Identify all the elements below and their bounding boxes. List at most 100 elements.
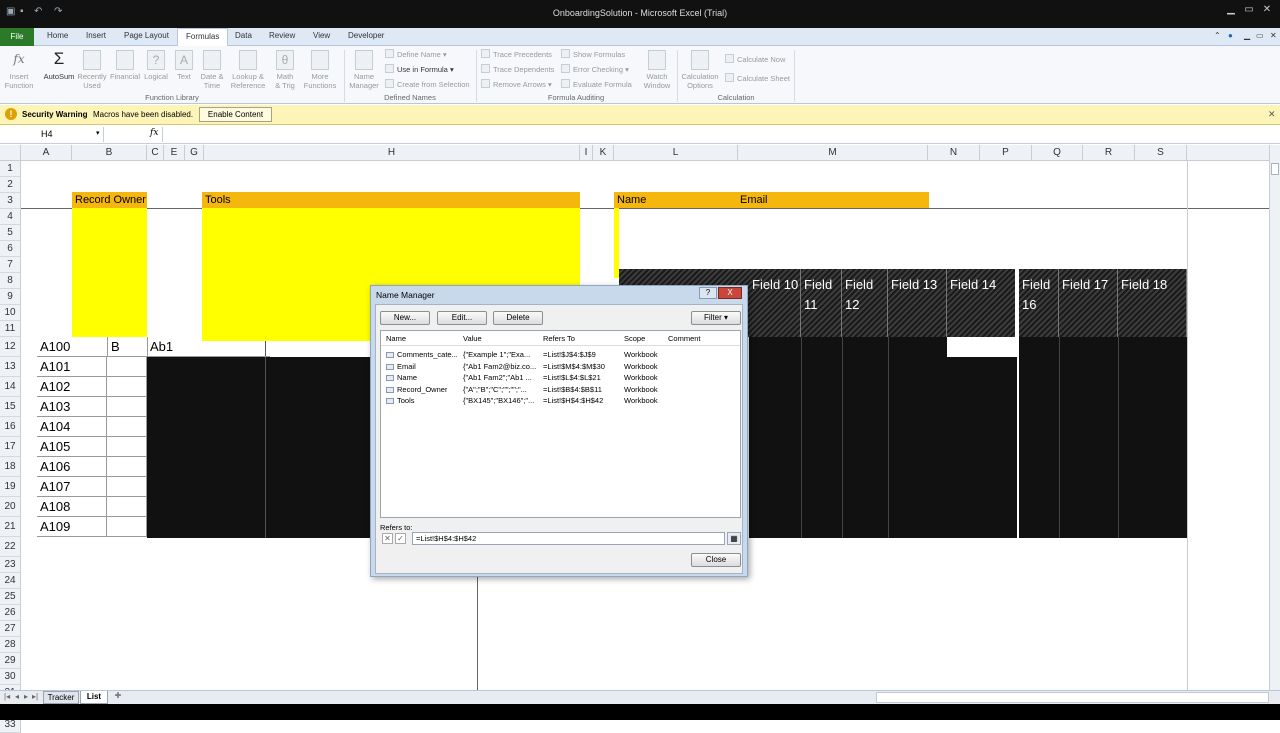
close-window-icon[interactable]: ✕ xyxy=(1254,4,1280,20)
enable-content-button[interactable]: Enable Content xyxy=(199,107,272,122)
dialog-close-icon[interactable]: X xyxy=(718,287,742,299)
recently-used-button[interactable]: Recently Used xyxy=(76,50,108,90)
insert-function-fx[interactable]: fx xyxy=(150,128,158,138)
row-header[interactable]: 21 xyxy=(0,517,21,537)
owner-cell[interactable] xyxy=(107,417,147,437)
name-manager-button[interactable]: Name Manager xyxy=(347,50,381,90)
refers-to-input[interactable]: =List!$H$4:$H$42 xyxy=(412,532,725,545)
row-header[interactable]: 24 xyxy=(0,573,21,589)
cell-b12[interactable]: B xyxy=(107,337,120,357)
close-button[interactable]: Close xyxy=(691,553,741,567)
name-range[interactable] xyxy=(614,208,619,278)
sheet-tab-tracker[interactable]: Tracker xyxy=(43,691,79,704)
column-header[interactable]: H xyxy=(204,145,580,161)
text-button[interactable]: A Text xyxy=(172,50,196,81)
row-header[interactable]: 20 xyxy=(0,497,21,517)
row-header[interactable]: 13 xyxy=(0,357,21,377)
name-row[interactable]: Name {"Ab1 Fam2";"Ab1 ... =List!$L$4:$L$21… xyxy=(381,373,740,384)
owner-cell[interactable] xyxy=(107,437,147,457)
field-header[interactable]: Field 16 xyxy=(1019,269,1059,337)
minimize-ribbon-icon[interactable]: ⌃ xyxy=(1214,31,1221,40)
owner-cell[interactable] xyxy=(107,397,147,417)
row-header[interactable]: 28 xyxy=(0,637,21,653)
owner-cell[interactable] xyxy=(107,377,147,397)
watch-window-button[interactable]: Watch Window xyxy=(640,50,674,90)
row-header[interactable]: 10 xyxy=(0,305,21,321)
record-owner-range[interactable] xyxy=(72,208,147,337)
column-header[interactable]: A xyxy=(21,145,72,161)
tab-data[interactable]: Data xyxy=(235,31,252,40)
row-header[interactable]: 17 xyxy=(0,437,21,457)
horizontal-scrollbar[interactable] xyxy=(876,692,1269,703)
trace-dependents-button[interactable]: Trace Dependents xyxy=(481,64,554,74)
workbook-minimize-icon[interactable]: ▁ xyxy=(1244,31,1250,40)
record-cell[interactable]: A107 xyxy=(37,477,107,497)
record-cell[interactable]: A106 xyxy=(37,457,107,477)
row-header[interactable]: 4 xyxy=(0,209,21,225)
row-header[interactable]: 5 xyxy=(0,225,21,241)
first-sheet-icon[interactable]: |◂ xyxy=(4,692,10,701)
trace-precedents-button[interactable]: Trace Precedents xyxy=(481,49,552,59)
column-header[interactable]: P xyxy=(980,145,1032,161)
column-header[interactable]: E xyxy=(164,145,185,161)
delete-button[interactable]: Delete xyxy=(493,311,543,325)
filter-button[interactable]: Filter ▾ xyxy=(691,311,741,325)
column-header[interactable]: I xyxy=(580,145,593,161)
name-row[interactable]: Email {"Ab1 Fam2@biz.co... =List!$M$4:$M$3… xyxy=(381,362,740,373)
tab-page-layout[interactable]: Page Layout xyxy=(124,31,169,40)
column-header[interactable]: S xyxy=(1135,145,1187,161)
col-value[interactable]: Value xyxy=(463,334,482,343)
record-cell[interactable]: A109 xyxy=(37,517,107,537)
cell-a12[interactable]: A100 xyxy=(40,337,70,357)
evaluate-formula-button[interactable]: Evaluate Formula xyxy=(561,79,632,89)
row-header[interactable]: 26 xyxy=(0,605,21,621)
row-header[interactable]: 19 xyxy=(0,477,21,497)
tab-view[interactable]: View xyxy=(313,31,330,40)
email-header[interactable]: Email xyxy=(737,192,929,208)
cancel-edit-icon[interactable]: ✕ xyxy=(382,533,393,544)
record-cell[interactable]: A102 xyxy=(37,377,107,397)
row-header[interactable]: 11 xyxy=(0,321,21,337)
column-header[interactable]: M xyxy=(738,145,928,161)
field-header[interactable]: Field 11 xyxy=(801,269,842,337)
col-scope[interactable]: Scope xyxy=(624,334,645,343)
row-header[interactable]: 1 xyxy=(0,161,21,177)
close-warning-icon[interactable]: ✕ xyxy=(1268,109,1276,120)
next-sheet-icon[interactable]: ▸ xyxy=(24,692,28,701)
field-header[interactable]: Field 13 xyxy=(888,269,947,337)
row-header[interactable]: 22 xyxy=(0,537,21,557)
name-box[interactable]: H4 xyxy=(0,127,104,142)
record-cell[interactable]: A105 xyxy=(37,437,107,457)
data-block-right[interactable] xyxy=(947,357,1017,538)
workbook-close-icon[interactable]: ✕ xyxy=(1270,31,1277,40)
vertical-scrollbar[interactable] xyxy=(1269,145,1280,690)
insert-function-button[interactable]: fx Insert Function xyxy=(4,50,34,90)
owner-cell[interactable] xyxy=(107,477,147,497)
row-header[interactable]: 27 xyxy=(0,621,21,637)
row-header[interactable]: 9 xyxy=(0,289,21,305)
define-name-button[interactable]: Define Name ▾ xyxy=(385,49,447,59)
column-header[interactable]: Q xyxy=(1032,145,1083,161)
row-header[interactable]: 2 xyxy=(0,177,21,193)
owner-cell[interactable] xyxy=(107,497,147,517)
data-block-right[interactable] xyxy=(1019,337,1187,538)
tab-formulas[interactable]: Formulas xyxy=(177,28,229,47)
owner-cell[interactable] xyxy=(107,517,147,537)
col-refers-to[interactable]: Refers To xyxy=(543,334,575,343)
lookup-reference-button[interactable]: Lookup & Reference xyxy=(228,50,268,90)
owner-cell[interactable] xyxy=(107,357,147,377)
name-row[interactable]: Comments_cate... {"Example 1";"Exa... =Lis… xyxy=(381,350,740,361)
show-formulas-button[interactable]: Show Formulas xyxy=(561,49,625,59)
column-header[interactable]: L xyxy=(614,145,738,161)
math-trig-button[interactable]: θ Math & Trig xyxy=(270,50,300,90)
row-header[interactable]: 16 xyxy=(0,417,21,437)
scrollbar-thumb[interactable] xyxy=(1271,163,1279,175)
owner-cell[interactable] xyxy=(107,457,147,477)
select-all-corner[interactable] xyxy=(0,145,21,161)
tools-header[interactable]: Tools xyxy=(202,192,580,208)
logical-button[interactable]: ? Logical xyxy=(142,50,170,81)
column-header[interactable]: K xyxy=(593,145,614,161)
column-header[interactable]: G xyxy=(185,145,204,161)
record-cell[interactable]: A108 xyxy=(37,497,107,517)
row-header[interactable]: 18 xyxy=(0,457,21,477)
